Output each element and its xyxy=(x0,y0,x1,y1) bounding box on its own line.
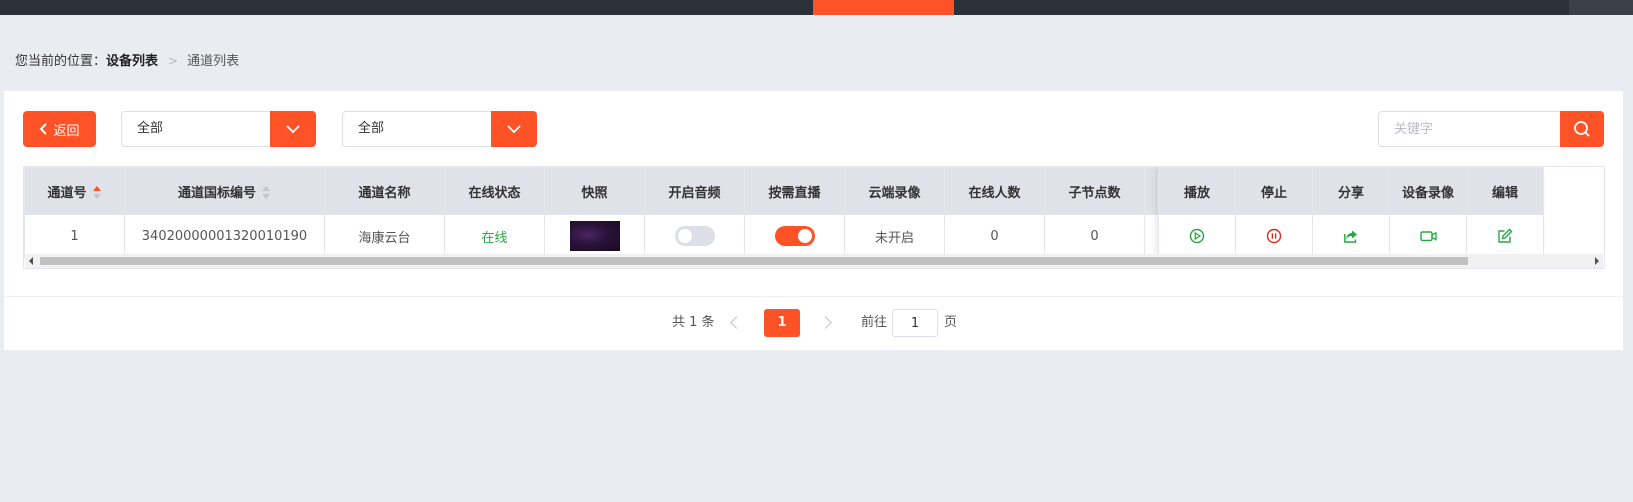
top-nav-corner[interactable] xyxy=(1569,0,1633,15)
filter-select-2-value: 全部 xyxy=(358,121,385,136)
cell-snapshot xyxy=(544,214,645,258)
goto-page-input[interactable] xyxy=(892,309,938,337)
col-header-channel-no[interactable]: 通道号 xyxy=(24,167,125,215)
goto-label: 前往 xyxy=(861,315,888,330)
cell-share xyxy=(1312,214,1390,258)
col-header-device-record: 设备录像 xyxy=(1389,167,1467,215)
share-icon[interactable] xyxy=(1343,228,1359,244)
horizontal-scrollbar[interactable] xyxy=(25,254,1603,268)
breadcrumb-separator-icon: > xyxy=(168,54,179,68)
chevron-down-icon[interactable] xyxy=(491,111,537,147)
cell-stop xyxy=(1235,214,1313,258)
cell-audio xyxy=(644,214,745,258)
pagination-total: 共 1 条 xyxy=(672,315,715,330)
next-page-icon[interactable] xyxy=(819,316,832,329)
search-icon xyxy=(1574,121,1590,137)
col-header-edit: 编辑 xyxy=(1466,167,1544,215)
breadcrumb: 您当前的位置：设备列表 > 通道列表 xyxy=(15,52,239,70)
channel-table-main: 通道号 通道国标编号 通道名称 在线状态 快照 开启音频 按需直播 云端录像 在… xyxy=(24,167,1225,258)
col-header-channel-no-label: 通道号 xyxy=(47,185,87,201)
col-header-child-count: 子节点数 xyxy=(1044,167,1145,215)
col-header-play: 播放 xyxy=(1158,167,1236,215)
scrollbar-thumb[interactable] xyxy=(40,257,1468,265)
col-header-status: 在线状态 xyxy=(444,167,545,215)
audio-toggle[interactable] xyxy=(674,226,715,246)
pagination: 共 1 条 1 前往 页 xyxy=(4,309,1623,337)
filter-select-1[interactable]: 全部 xyxy=(121,111,316,147)
cell-channel-no: 1 xyxy=(24,214,125,258)
search-input[interactable] xyxy=(1378,111,1560,147)
prev-page-icon[interactable] xyxy=(730,316,743,329)
col-header-audio: 开启音频 xyxy=(644,167,745,215)
col-header-gb-code[interactable]: 通道国标编号 xyxy=(124,167,325,215)
cell-name: 海康云台 xyxy=(324,214,445,258)
cell-edit xyxy=(1466,214,1544,258)
filter-select-2[interactable]: 全部 xyxy=(342,111,537,147)
scroll-left-arrow-icon[interactable] xyxy=(29,257,33,265)
cell-play xyxy=(1158,214,1236,258)
col-header-cloud-record: 云端录像 xyxy=(844,167,945,215)
top-nav-bar xyxy=(0,0,1633,15)
table-row xyxy=(1158,214,1544,258)
top-nav-active-tab[interactable] xyxy=(813,0,954,15)
filter-select-1-value: 全部 xyxy=(137,121,164,136)
page-unit-label: 页 xyxy=(944,315,958,330)
col-header-name: 通道名称 xyxy=(324,167,445,215)
cell-online-count: 0 xyxy=(944,214,1045,258)
search-button[interactable] xyxy=(1560,111,1604,147)
cell-on-demand xyxy=(744,214,845,258)
cell-gb-code: 34020000001320010190 xyxy=(124,214,325,258)
col-header-snapshot: 快照 xyxy=(544,167,645,215)
cell-child-count: 0 xyxy=(1044,214,1145,258)
breadcrumb-prefix: 您当前的位置： xyxy=(15,54,107,69)
play-icon[interactable] xyxy=(1189,228,1205,244)
scroll-right-arrow-icon[interactable] xyxy=(1595,257,1599,265)
cell-device-record xyxy=(1389,214,1467,258)
main-panel: 返回 全部 全部 通道号 通道国标编号 通道名称 在线状态 快照 xyxy=(4,91,1623,350)
col-header-online-count: 在线人数 xyxy=(944,167,1045,215)
breadcrumb-current: 通道列表 xyxy=(187,54,240,69)
channel-table-fixed-actions: 播放 停止 分享 设备录像 编辑 xyxy=(1158,167,1544,258)
snapshot-thumbnail[interactable] xyxy=(569,221,620,251)
col-header-on-demand: 按需直播 xyxy=(744,167,845,215)
table-header-row: 播放 停止 分享 设备录像 编辑 xyxy=(1158,167,1544,215)
sort-icon[interactable] xyxy=(262,186,271,200)
on-demand-toggle[interactable] xyxy=(774,226,815,246)
channel-table: 通道号 通道国标编号 通道名称 在线状态 快照 开启音频 按需直播 云端录像 在… xyxy=(23,166,1605,269)
col-header-share: 分享 xyxy=(1312,167,1390,215)
cell-status: 在线 xyxy=(444,214,545,258)
back-button-label: 返回 xyxy=(53,123,80,139)
back-button[interactable]: 返回 xyxy=(23,111,96,147)
chevron-left-icon xyxy=(40,123,48,135)
breadcrumb-parent-link[interactable]: 设备列表 xyxy=(106,54,158,69)
search-box xyxy=(1378,111,1604,147)
col-header-stop: 停止 xyxy=(1235,167,1313,215)
page-button-current[interactable]: 1 xyxy=(764,309,800,337)
chevron-down-icon[interactable] xyxy=(270,111,316,147)
table-header-row: 通道号 通道国标编号 通道名称 在线状态 快照 开启音频 按需直播 云端录像 在… xyxy=(24,167,1225,215)
edit-icon[interactable] xyxy=(1497,228,1513,244)
cell-cloud-record: 未开启 xyxy=(844,214,945,258)
divider xyxy=(4,296,1623,297)
col-header-gb-code-label: 通道国标编号 xyxy=(177,185,256,201)
sort-icon[interactable] xyxy=(92,186,102,200)
stop-icon[interactable] xyxy=(1266,228,1282,244)
video-camera-icon[interactable] xyxy=(1419,229,1437,243)
table-row: 1 34020000001320010190 海康云台 在线 未开启 0 0 H… xyxy=(24,214,1225,258)
